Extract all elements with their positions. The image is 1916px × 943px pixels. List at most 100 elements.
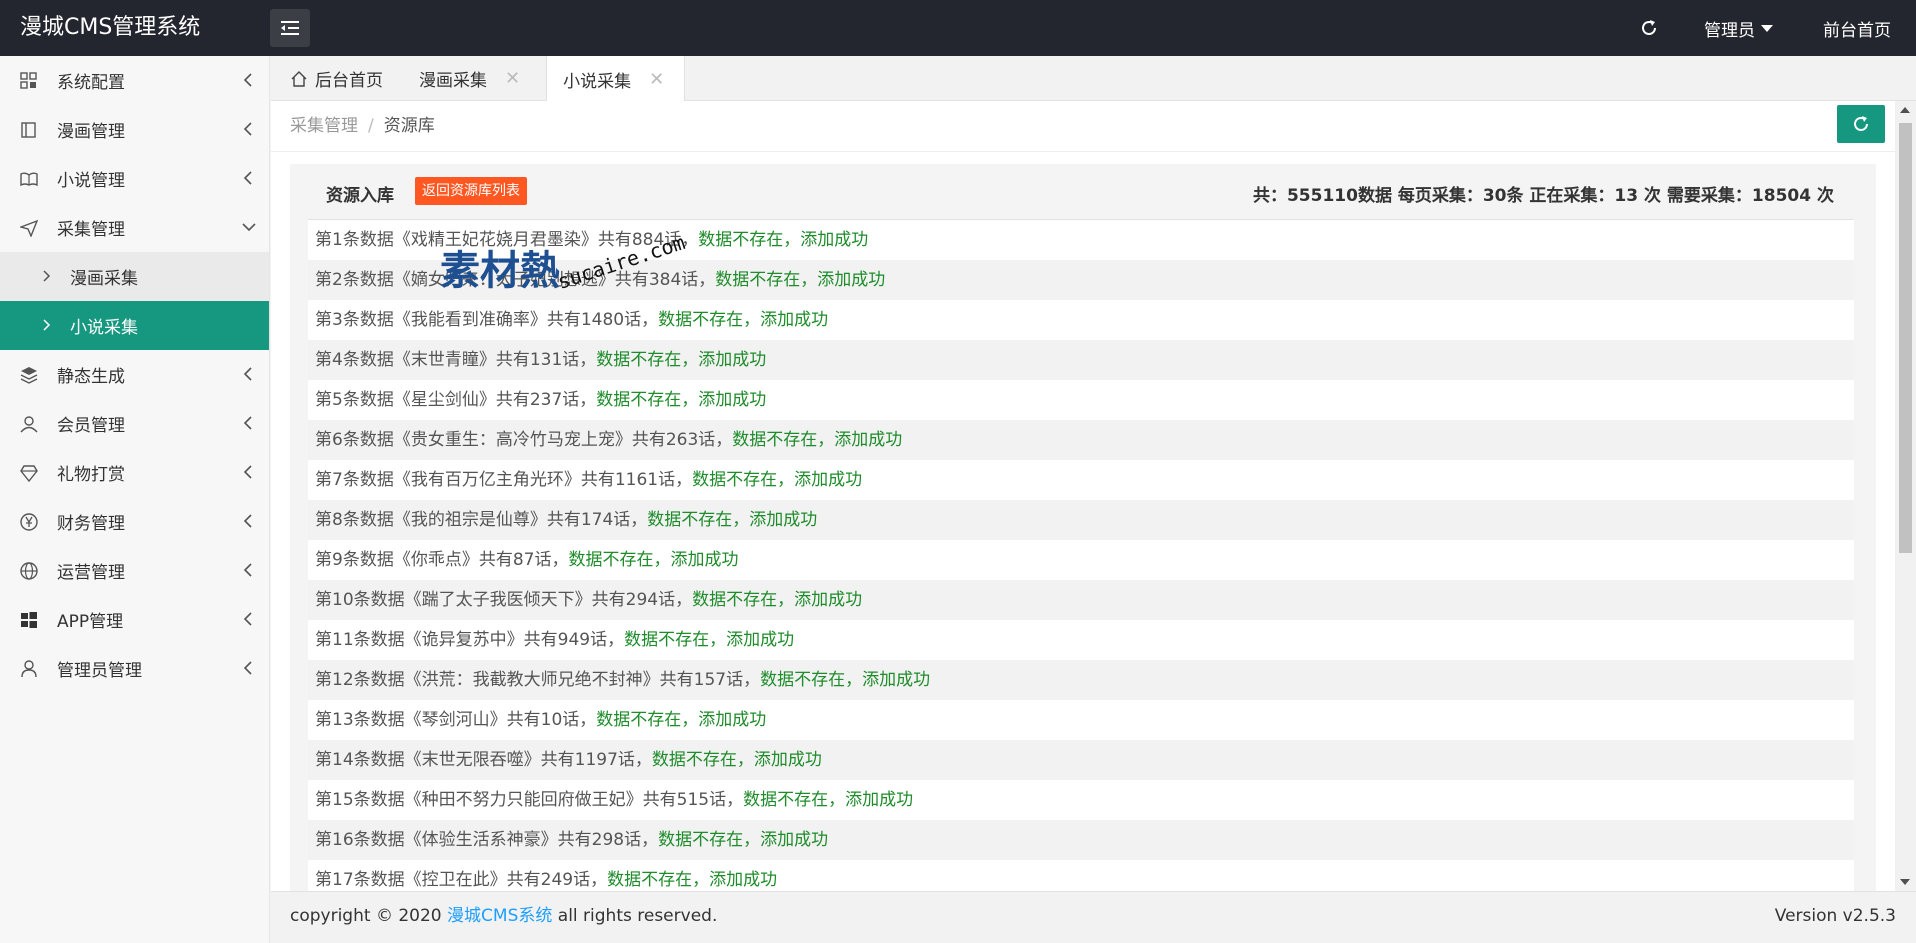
row-text: 第5条数据《星尘剑仙》共有237话， [315,390,597,410]
sidebar-item-label: APP管理 [57,612,124,632]
collect-stats: 共：555110数据 每页采集：30条 正在采集：13 次 需要采集：18504… [1252,186,1834,206]
row-status: 数据不存在，添加成功 [715,270,886,290]
admin-menu[interactable]: 管理员 [1679,16,1798,41]
sidebar-subitem-label: 小说采集 [70,318,138,338]
row-text: 第10条数据《踹了太子我医倾天下》共有294话， [315,590,693,610]
watermark-text: sucaire.com [554,230,688,294]
tab-novel-collect[interactable]: 小说采集 ✕ [546,56,686,102]
sidebar-subitem-comic-collect[interactable]: 漫画采集 [0,252,269,301]
sidebar-item-app-manage[interactable]: APP管理 [0,595,269,644]
sidebar-item-label: 采集管理 [57,220,125,240]
top-bar: 漫城CMS管理系统 管理员 前台首页 [0,0,1916,56]
layers-icon [20,367,38,384]
menu-toggle-button[interactable] [270,9,310,47]
diamond-icon [20,465,38,482]
row-status: 数据不存在，添加成功 [647,510,818,530]
vertical-scrollbar[interactable] [1895,101,1916,891]
top-refresh-button[interactable] [1619,18,1679,38]
chevron-left-icon [243,465,252,479]
row-status: 数据不存在，添加成功 [651,750,822,770]
sidebar-item-system-config[interactable]: 系统配置 [0,56,269,105]
list-item: 第4条数据《末世青瞳》共有131话，数据不存在，添加成功 [308,340,1854,380]
sidebar-item-collect-manage[interactable]: 采集管理 [0,203,269,252]
caret-down-icon [1761,24,1773,32]
copyright-prefix: copyright © 2020 [290,906,448,926]
row-text: 第17条数据《控卫在此》共有249话， [315,870,608,890]
chevron-left-icon [243,122,252,136]
sidebar-subitem-label: 漫画采集 [70,269,138,289]
breadcrumb: 采集管理 / 资源库 [290,101,435,151]
tab-label: 漫画采集 [419,71,487,91]
tab-dashboard[interactable]: 后台首页 [271,56,409,101]
row-text: 第11条数据《诡异复苏中》共有949话， [315,630,625,650]
tab-comic-collect[interactable]: 漫画采集 ✕ [409,56,546,101]
refresh-icon [1642,20,1656,35]
result-list: 第1条数据《戏精王妃花娆月君墨染》共有884话，数据不存在，添加成功 第2条数据… [308,219,1854,891]
sidebar-item-operation-manage[interactable]: 运营管理 [0,546,269,595]
sidebar-item-label: 礼物打赏 [57,465,125,485]
list-item: 第8条数据《我的祖宗是仙尊》共有174话，数据不存在，添加成功 [308,500,1854,540]
list-item: 第7条数据《我有百万亿主角光环》共有1161话，数据不存在，添加成功 [308,460,1854,500]
watermark-mark: 素材熱 [440,247,560,294]
close-icon[interactable]: ✕ [649,69,664,90]
panel-header: 资源入库 返回资源库列表 共：555110数据 每页采集：30条 正在采集：13… [290,164,1876,218]
sidebar-subitem-novel-collect[interactable]: 小说采集 [0,301,269,350]
tab-label: 后台首页 [315,71,383,91]
sidebar-item-static-gen[interactable]: 静态生成 [0,350,269,399]
chevron-left-icon [243,367,252,381]
sidebar-item-member-manage[interactable]: 会员管理 [0,399,269,448]
sidebar-item-comic-manage[interactable]: 漫画管理 [0,105,269,154]
row-status: 数据不存在，添加成功 [658,830,829,850]
sidebar-item-admin-manage[interactable]: 管理员管理 [0,644,269,693]
row-status: 数据不存在，添加成功 [743,790,914,810]
chevron-left-icon [243,73,252,87]
panel-title: 资源入库 [326,186,394,206]
scroll-up-arrow-icon[interactable] [1900,107,1910,113]
version-label: Version v2.5.3 [1774,906,1896,926]
row-status: 数据不存在，添加成功 [624,630,795,650]
footer: copyright © 2020 漫城CMS系统 all rights rese… [271,891,1916,941]
chevron-left-icon [243,612,252,626]
send-icon [20,219,38,237]
row-status: 数据不存在，添加成功 [692,470,863,490]
row-status: 数据不存在，添加成功 [692,590,863,610]
close-icon[interactable]: ✕ [505,68,520,89]
chevron-left-icon [243,563,252,577]
row-text: 第13条数据《琴剑河山》共有10话， [315,710,597,730]
sidebar-item-finance-manage[interactable]: 财务管理 [0,497,269,546]
chevron-right-icon [43,319,51,331]
chevron-left-icon [243,661,252,675]
scroll-down-arrow-icon[interactable] [1900,879,1910,885]
globe-icon [20,562,38,580]
chevron-down-icon [242,223,256,232]
sidebar-item-novel-manage[interactable]: 小说管理 [0,154,269,203]
row-text: 第4条数据《末世青瞳》共有131话， [315,350,597,370]
row-status: 数据不存在，添加成功 [698,230,869,250]
tab-label: 小说采集 [563,71,632,92]
list-item: 第14条数据《末世无限吞噬》共有1197话，数据不存在，添加成功 [308,740,1854,780]
breadcrumb-separator: / [368,116,374,136]
chevron-left-icon [243,514,252,528]
row-status: 数据不存在，添加成功 [596,710,767,730]
front-home-link[interactable]: 前台首页 [1798,16,1916,41]
back-to-list-button[interactable]: 返回资源库列表 [415,177,527,205]
person-icon [21,660,37,678]
user-icon [20,416,38,433]
row-text: 第3条数据《我能看到准确率》共有1480话， [315,310,659,330]
list-item: 第13条数据《琴剑河山》共有10话，数据不存在，添加成功 [308,700,1854,740]
page-refresh-button[interactable] [1837,105,1885,143]
sidebar-item-gift-reward[interactable]: 礼物打赏 [0,448,269,497]
main-content: 采集管理 / 资源库 资源入库 返回资源库列表 共：555110数据 每页采集：30… [271,101,1895,891]
row-status: 数据不存在，添加成功 [607,870,778,890]
breadcrumb-parent[interactable]: 采集管理 [290,116,358,136]
copyright: copyright © 2020 漫城CMS系统 all rights rese… [290,892,717,940]
sidebar-item-label: 小说管理 [57,171,125,191]
brand-link[interactable]: 漫城CMS系统 [447,906,552,926]
list-item: 第11条数据《诡异复苏中》共有949话，数据不存在，添加成功 [308,620,1854,660]
list-item: 第15条数据《种田不努力只能回府做王妃》共有515话，数据不存在，添加成功 [308,780,1854,820]
admin-label: 管理员 [1704,20,1755,41]
list-item: 第10条数据《踹了太子我医倾天下》共有294话，数据不存在，添加成功 [308,580,1854,620]
list-item: 第17条数据《控卫在此》共有249话，数据不存在，添加成功 [308,860,1854,891]
scrollbar-thumb[interactable] [1899,123,1912,553]
row-status: 数据不存在，添加成功 [596,350,767,370]
